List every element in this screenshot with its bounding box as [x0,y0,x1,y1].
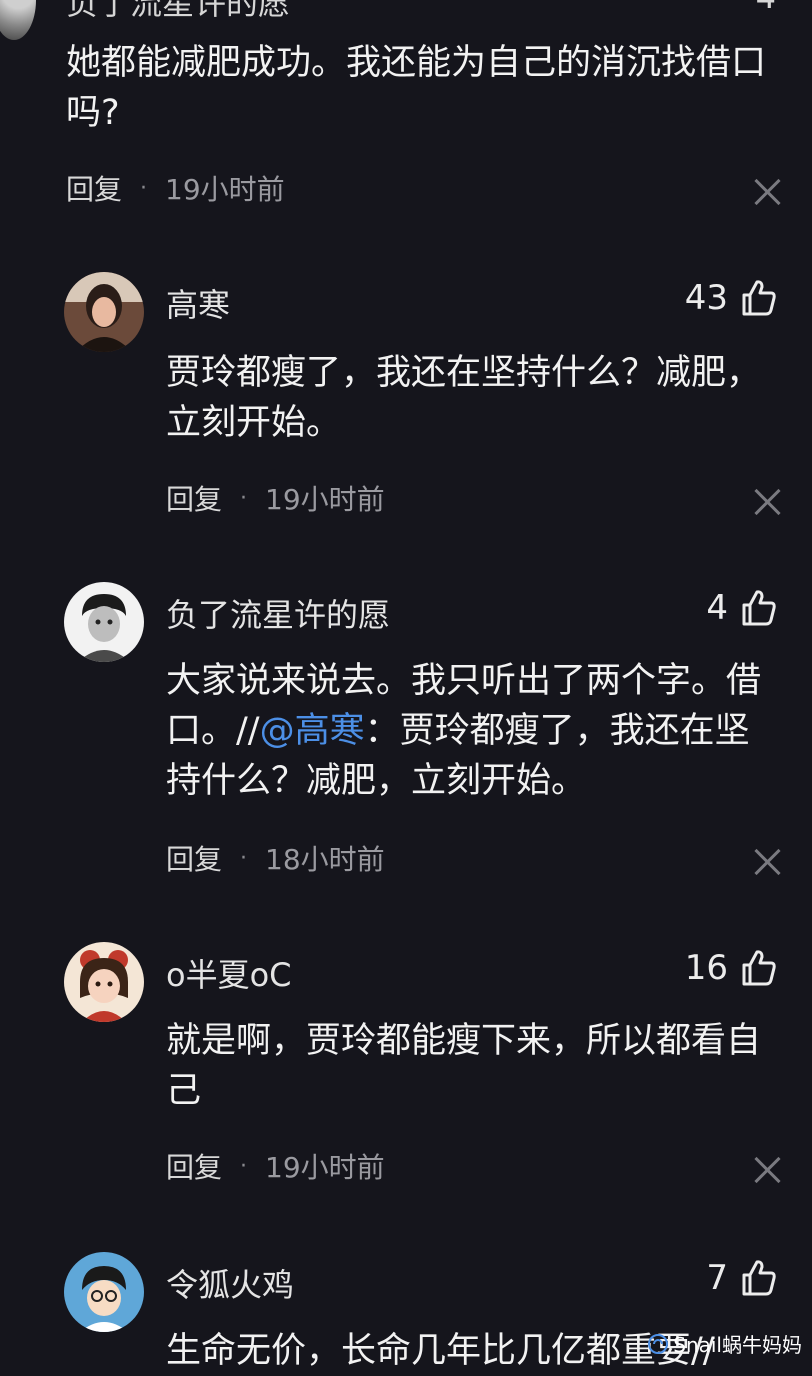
comment-text-part: 贾玲都瘦了，我还在坚持什么？减肥，立刻开始。 [166,353,762,443]
reply-button[interactable]: 回复 [166,1146,222,1186]
comment-text-part: 就是啊，贾玲都能瘦下来，所以都看自己 [166,1021,762,1111]
timestamp: 19小时前 [265,1151,385,1184]
avatar[interactable] [64,272,144,352]
like-button[interactable]: 16 [685,948,778,988]
commenter-name[interactable]: 高寒 [166,280,230,326]
close-icon[interactable] [754,1156,782,1184]
commenter-name[interactable]: 令狐火鸡 [166,1260,294,1306]
reply-button[interactable]: 回复 [66,168,122,208]
comment-text: 贾玲都瘦了，我还在坚持什么？减肥，立刻开始。 [166,348,776,448]
reply-button[interactable]: 回复 [166,478,222,518]
timestamp: 19小时前 [265,483,385,516]
commenter-name[interactable]: 负了流星许的愿 [166,590,390,636]
like-count: 16 [684,948,728,988]
comment-meta: 回复 · 19小时前 [66,168,285,208]
avatar[interactable] [64,1252,144,1332]
watermark: Snail蜗牛妈妈 [647,1329,802,1358]
comment-meta: 回复 · 19小时前 [166,1146,385,1186]
avatar[interactable] [64,582,144,662]
timestamp: 18小时前 [265,843,385,876]
thumbs-up-icon [742,950,776,986]
snail-logo-icon [648,1333,669,1354]
avatar[interactable] [0,0,36,40]
commenter-name[interactable]: 负了流星许的愿 [66,0,290,24]
watermark-text: Snail蜗牛妈妈 [673,1333,802,1357]
mention-link[interactable]: @高寒 [260,711,365,751]
comment-meta: 回复 · 19小时前 [166,478,385,518]
separator-dot: · [240,1153,248,1179]
thumbs-up-icon [742,590,776,626]
like-button[interactable]: 43 [685,278,778,318]
like-count: 4 [756,0,776,16]
like-button[interactable]: 7 [706,1258,778,1298]
separator-dot: · [240,845,248,871]
commenter-name[interactable]: o半夏oC [166,950,292,996]
like-button[interactable]: 4 [706,588,778,628]
thumbs-up-icon [742,280,776,316]
like-count: 7 [706,1258,728,1298]
separator-dot: · [140,175,148,201]
reply-button[interactable]: 回复 [166,838,222,878]
close-icon[interactable] [754,848,782,876]
avatar[interactable] [64,942,144,1022]
separator-dot: · [240,485,248,511]
thumbs-up-icon [742,1260,776,1296]
comment-text: 她都能减肥成功。我还能为自己的消沉找借口吗? [66,43,767,133]
like-count: 4 [706,588,728,628]
close-icon[interactable] [754,178,782,206]
close-icon[interactable] [754,488,782,516]
comment-meta: 回复 · 18小时前 [166,838,385,878]
timestamp: 19小时前 [165,173,285,206]
comment-text: 大家说来说去。我只听出了两个字。借口。//@高寒：贾玲都瘦了，我还在坚持什么？减… [166,656,776,806]
comment-text-part: 生命无价，长命几年比几亿都重要// [166,1331,715,1371]
like-count: 43 [684,278,728,318]
comment-text: 就是啊，贾玲都能瘦下来，所以都看自己 [166,1016,776,1116]
